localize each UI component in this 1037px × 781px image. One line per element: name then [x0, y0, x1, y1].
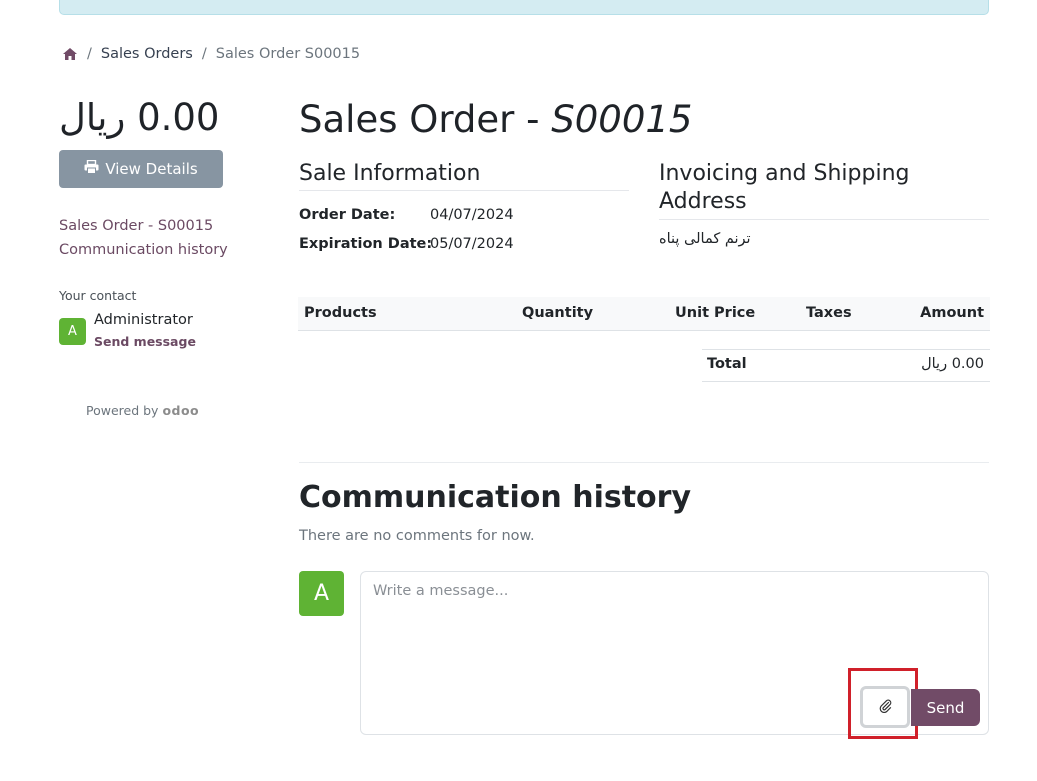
expiration-date-row: Expiration Date:	[299, 236, 432, 252]
column-amount: Amount	[920, 305, 984, 321]
home-icon[interactable]	[62, 47, 78, 61]
address-heading-line2: Address	[659, 189, 747, 214]
view-details-button[interactable]: View Details	[59, 150, 223, 188]
column-taxes: Taxes	[806, 305, 852, 321]
odoo-logo[interactable]: odoo	[162, 403, 199, 418]
column-quantity: Quantity	[522, 305, 594, 321]
contact-avatar: A	[59, 318, 86, 345]
order-date-row: Order Date:	[299, 207, 395, 223]
column-unit-price: Unit Price	[675, 305, 756, 321]
page-title: Sales Order - S00015	[299, 98, 692, 141]
total-row: Total 0.00 ریال	[702, 349, 990, 382]
communication-history-title: Communication history	[299, 480, 692, 515]
send-message-link[interactable]: Send message	[94, 334, 196, 349]
attach-file-button[interactable]	[860, 686, 910, 728]
top-info-banner	[59, 0, 989, 15]
printer-icon	[84, 159, 99, 178]
order-total-amount: 0.00 ریال	[59, 96, 220, 139]
breadcrumb-sales-orders[interactable]: Sales Orders	[101, 46, 193, 62]
address-heading: Invoicing and Shipping Address	[659, 160, 910, 216]
breadcrumb-separator: /	[87, 46, 92, 62]
customer-name: ترنم کمالی پناه	[659, 231, 751, 247]
total-value: 0.00 ریال	[921, 356, 984, 372]
section-divider	[299, 190, 629, 191]
powered-by: Powered by odoo	[86, 403, 199, 418]
expiration-date-value: 05/07/2024	[430, 236, 514, 252]
user-avatar: A	[299, 571, 344, 616]
sidebar-link-communication[interactable]: Communication history	[59, 238, 228, 262]
paperclip-icon	[879, 698, 892, 717]
breadcrumb-current: Sales Order S00015	[215, 46, 361, 62]
powered-by-text: Powered by	[86, 403, 159, 418]
contact-name: Administrator	[94, 312, 193, 328]
view-details-label: View Details	[105, 160, 198, 178]
order-date-label: Order Date:	[299, 207, 396, 223]
title-prefix: Sales Order -	[299, 98, 552, 141]
order-date-value: 04/07/2024	[430, 207, 514, 223]
sidebar-link-sales-order[interactable]: Sales Order - S00015	[59, 214, 228, 238]
no-comments-text: There are no comments for now.	[299, 528, 535, 544]
sale-information-heading: Sale Information	[299, 161, 481, 186]
section-divider	[299, 462, 989, 463]
address-heading-line1: Invoicing and Shipping	[659, 161, 910, 186]
order-reference: S00015	[551, 98, 693, 141]
section-divider	[659, 219, 989, 220]
breadcrumb-separator: /	[201, 46, 207, 62]
sidebar-nav: Sales Order - S00015 Communication histo…	[59, 214, 228, 262]
column-products: Products	[304, 305, 377, 321]
order-lines-header: Products Quantity Unit Price Taxes Amoun…	[298, 297, 990, 331]
send-button[interactable]: Send	[911, 689, 980, 726]
contact-label: Your contact	[59, 288, 137, 303]
breadcrumb: / Sales Orders / Sales Order S00015	[62, 46, 360, 62]
total-label: Total	[707, 356, 747, 372]
expiration-date-label: Expiration Date:	[299, 236, 433, 252]
